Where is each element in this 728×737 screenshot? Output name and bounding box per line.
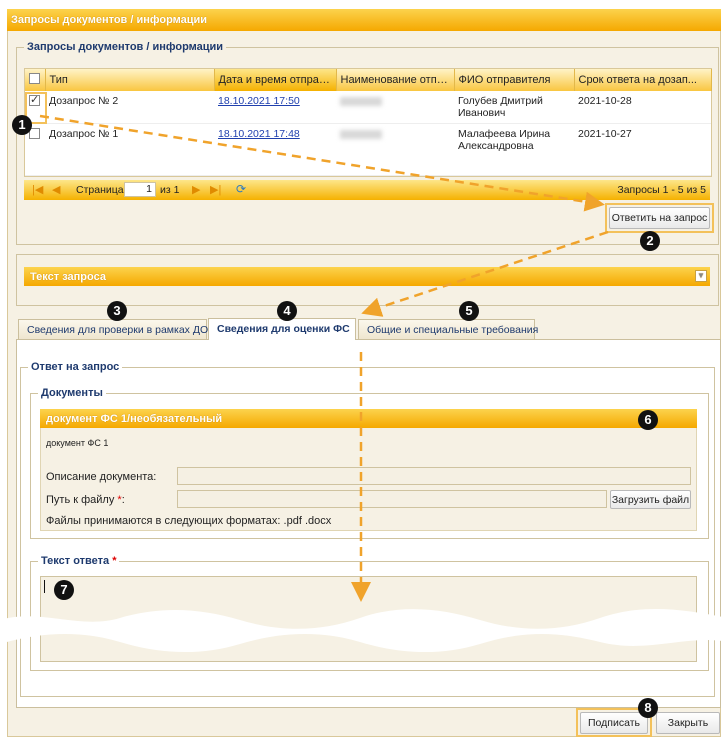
step-badge-2: 2 <box>640 231 660 251</box>
annotation-arrows <box>39 114 609 602</box>
arrow-checkbox-to-reply <box>39 114 605 212</box>
step-badge-5: 5 <box>459 301 479 321</box>
step-badge-4: 4 <box>277 301 297 321</box>
step-badge-3: 3 <box>107 301 127 321</box>
step-badge-1: 1 <box>12 115 32 135</box>
arrow-reply-to-tab <box>361 230 609 317</box>
step-badge-6: 6 <box>638 410 658 430</box>
step-badge-8: 8 <box>638 698 658 718</box>
step-badge-7: 7 <box>54 580 74 600</box>
